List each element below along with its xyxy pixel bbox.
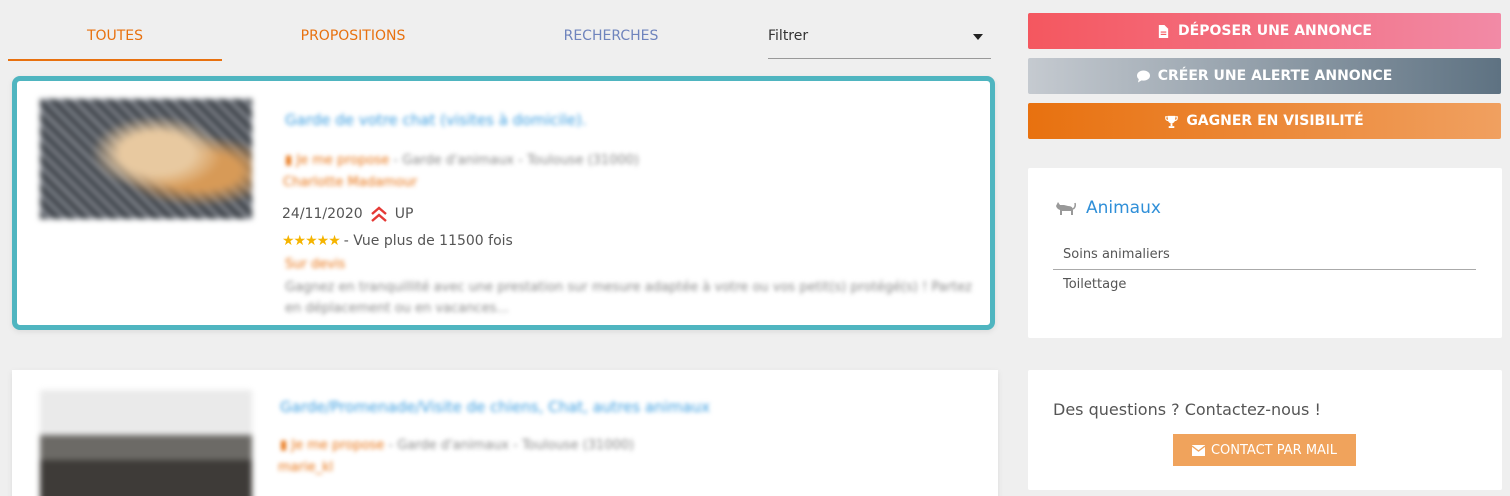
listing-meta: ▮ Je me propose - Garde d'animaux - Toul… — [280, 438, 634, 453]
contact-mail-button[interactable]: CONTACT PAR MAIL — [1173, 434, 1356, 466]
listing-thumbnail[interactable] — [40, 390, 252, 496]
listing-type: Je me propose — [296, 153, 390, 168]
category-item-soins-animaliers[interactable]: Soins animaliers — [1053, 240, 1476, 270]
caret-down-icon — [973, 34, 983, 40]
listing-category: - Garde d'animaux - Toulouse (31000) — [389, 153, 640, 168]
contact-text: Des questions ? Contactez-nous ! — [1053, 400, 1321, 419]
contact-panel: Des questions ? Contactez-nous ! CONTACT… — [1028, 370, 1502, 490]
envelope-icon — [1191, 444, 1205, 456]
category-panel: Animaux Soins animaliers Toilettage — [1028, 168, 1502, 338]
category-item-toilettage[interactable]: Toilettage — [1053, 270, 1476, 300]
listing-category: - Garde d'animaux - Toulouse (31000) — [384, 438, 635, 453]
trophy-icon — [1165, 115, 1179, 128]
contact-mail-label: CONTACT PAR MAIL — [1210, 442, 1338, 458]
category-header[interactable]: Animaux — [1054, 198, 1161, 218]
listing-meta: ▮ Je me propose - Garde d'animaux - Toul… — [285, 153, 639, 168]
listing-card[interactable]: Garde de votre chat (visites à domicile)… — [12, 76, 995, 330]
listing-views: - Vue plus de 11500 fois — [343, 233, 513, 249]
create-alert-label: CRÉER UNE ALERTE ANNONCE — [1157, 68, 1393, 84]
listing-card[interactable]: Garde/Promenade/Visite de chiens, Chat, … — [12, 370, 998, 496]
cat-icon — [1056, 202, 1076, 215]
listing-title[interactable]: Garde/Promenade/Visite de chiens, Chat, … — [280, 398, 710, 416]
listing-thumbnail[interactable] — [40, 99, 252, 219]
listing-price: Sur devis — [285, 257, 346, 272]
listing-date-row: 24/11/2020 UP — [282, 205, 413, 223]
document-icon — [1158, 24, 1169, 38]
tab-all[interactable]: TOUTES — [8, 14, 222, 61]
filter-select[interactable]: Filtrer — [768, 14, 991, 59]
listing-author[interactable]: Charlotte Madamour — [283, 175, 417, 190]
filter-value: Filtrer — [768, 28, 809, 44]
gain-visibility-button[interactable]: GAGNER EN VISIBILITÉ — [1028, 103, 1501, 139]
category-title[interactable]: Animaux — [1086, 198, 1161, 218]
create-alert-button[interactable]: CRÉER UNE ALERTE ANNONCE — [1028, 58, 1501, 94]
post-ad-label: DÉPOSER UNE ANNONCE — [1178, 23, 1372, 39]
tab-proposals[interactable]: PROPOSITIONS — [253, 14, 453, 61]
listing-description: Gagnez en tranquillité avec une prestati… — [285, 280, 972, 316]
map-pin-icon: ▮ — [285, 153, 293, 168]
rating-stars-icon: ★★★★★ — [282, 233, 341, 249]
double-chevron-up-icon — [370, 206, 387, 222]
listing-tabs: TOUTES PROPOSITIONS RECHERCHES Filtrer — [8, 14, 993, 62]
tab-searches[interactable]: RECHERCHES — [511, 14, 711, 61]
map-pin-icon: ▮ — [280, 438, 288, 453]
comment-icon — [1136, 69, 1150, 83]
listing-rating-row: ★★★★★ - Vue plus de 11500 fois — [282, 233, 513, 249]
listing-type: Je me propose — [291, 438, 385, 453]
up-label: UP — [394, 206, 414, 222]
gain-visibility-label: GAGNER EN VISIBILITÉ — [1186, 113, 1364, 129]
post-ad-button[interactable]: DÉPOSER UNE ANNONCE — [1028, 13, 1501, 49]
listing-date: 24/11/2020 — [282, 206, 363, 222]
listing-title[interactable]: Garde de votre chat (visites à domicile)… — [285, 111, 587, 129]
listing-author[interactable]: marie_kl — [278, 460, 333, 475]
